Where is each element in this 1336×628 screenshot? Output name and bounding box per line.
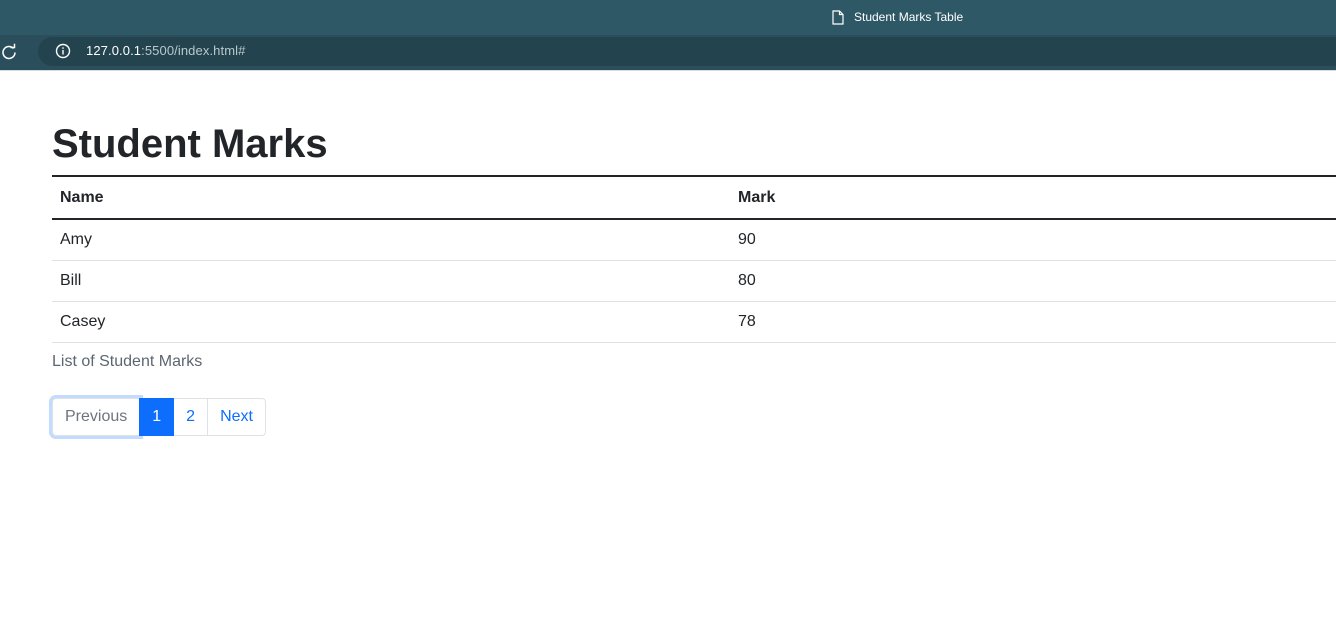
table-row: Amy 90 (52, 219, 1336, 261)
pagination: Previous 1 2 Next (52, 398, 266, 436)
column-header-name: Name (52, 175, 730, 220)
toolbar-divider (0, 70, 1336, 71)
url-path: :5500/index.html# (141, 43, 246, 58)
url-text[interactable]: 127.0.0.1:5500/index.html# (86, 43, 245, 58)
page-icon (832, 9, 844, 25)
column-header-mark: Mark (730, 175, 1336, 220)
student-name: Bill (52, 260, 730, 302)
table-header-row: Name Mark (52, 175, 1336, 220)
next-page-button[interactable]: Next (207, 398, 266, 436)
table-caption: List of Student Marks (52, 353, 203, 370)
student-marks-table: Name Mark Amy 90 Bill 80 Casey 78 (52, 175, 1336, 343)
previous-page-button[interactable]: Previous (52, 398, 141, 436)
reload-icon[interactable] (0, 43, 18, 61)
browser-tab[interactable]: Student Marks Table (832, 8, 963, 26)
page-1-button[interactable]: 1 (139, 398, 175, 436)
student-name: Amy (52, 219, 730, 261)
table-row: Casey 78 (52, 301, 1336, 343)
table-row: Bill 80 (52, 260, 1336, 302)
student-mark: 78 (730, 301, 1336, 343)
tab-title: Student Marks Table (854, 10, 964, 24)
site-info-icon[interactable] (55, 43, 71, 59)
browser-titlebar: Student Marks Table (0, 0, 1336, 35)
url-host: 127.0.0.1 (86, 43, 142, 58)
page-2-button[interactable]: 2 (173, 398, 209, 436)
student-mark: 90 (730, 219, 1336, 261)
student-mark: 80 (730, 260, 1336, 302)
student-name: Casey (52, 301, 730, 343)
page-title: Student Marks (52, 122, 328, 166)
